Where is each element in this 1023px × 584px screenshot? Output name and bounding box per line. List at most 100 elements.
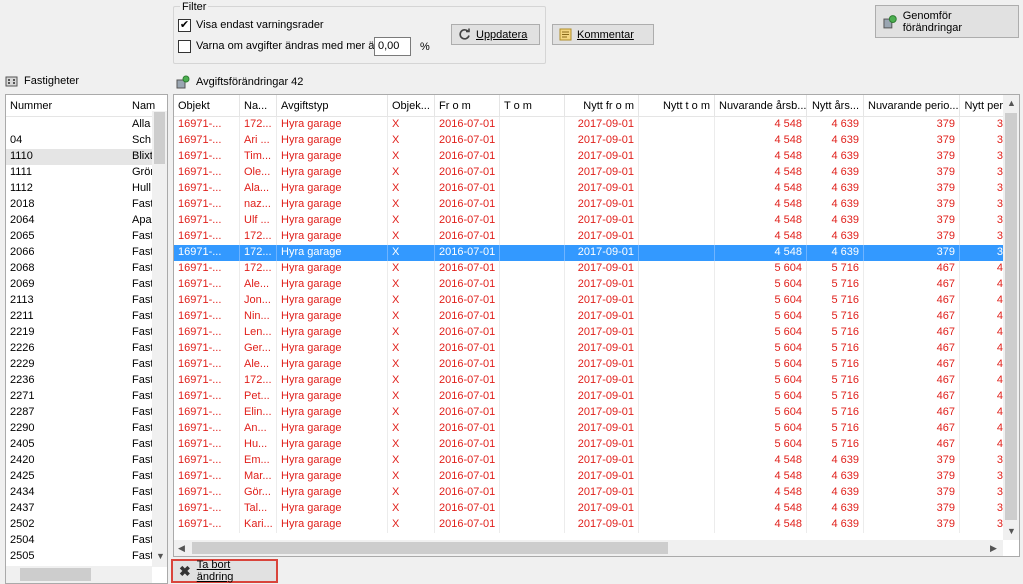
column-header-object[interactable]: Objekt bbox=[174, 95, 240, 116]
table-row[interactable]: 16971-... naz... Hyra garage X 2016-07-01 201… bbox=[174, 197, 1019, 213]
column-header-new-from-date[interactable]: Nytt fr o m bbox=[565, 95, 639, 116]
list-item[interactable]: 2405 Fast bbox=[6, 437, 167, 453]
scroll-up-arrow-icon[interactable]: ▲ bbox=[1007, 98, 1016, 108]
list-item[interactable]: 2271 Fast bbox=[6, 389, 167, 405]
list-item[interactable]: 2502 Fast bbox=[6, 517, 167, 533]
list-item[interactable]: 2068 Fast bbox=[6, 261, 167, 277]
table-row[interactable]: 16971-... 172... Hyra garage X 2016-07-01 201… bbox=[174, 229, 1019, 245]
list-item[interactable]: 1111 Grön bbox=[6, 165, 167, 181]
cell-new-annual: 5 716 bbox=[807, 437, 864, 453]
fee-changes-grid[interactable]: Objekt Na... Avgiftstyp Objek... Fr o mT o m… bbox=[173, 94, 1020, 557]
cell-to-date bbox=[500, 437, 565, 453]
property-number: 2420 bbox=[10, 454, 35, 466]
table-row[interactable]: 16971-... Hu... Hyra garage X 2016-07-01 2017… bbox=[174, 437, 1019, 453]
list-item[interactable]: 2434 Fast bbox=[6, 485, 167, 501]
table-row[interactable]: 16971-... Tim... Hyra garage X 2016-07-01 201… bbox=[174, 149, 1019, 165]
list-item[interactable]: 2505 Fast bbox=[6, 549, 167, 565]
list-item[interactable]: 04 Sch bbox=[6, 133, 167, 149]
show-warnings-label[interactable]: Visa endast varningsrader bbox=[196, 19, 324, 31]
list-item[interactable]: 2290 Fast bbox=[6, 421, 167, 437]
properties-vertical-scroll-thumb[interactable] bbox=[154, 112, 165, 164]
scroll-left-arrow-icon[interactable]: ◀ bbox=[178, 543, 185, 554]
list-item[interactable]: 2226 Fast bbox=[6, 341, 167, 357]
remove-change-button[interactable]: ✖ Ta bort ändring bbox=[171, 559, 278, 583]
column-header-object-flag[interactable]: Objek... bbox=[388, 95, 435, 116]
cell-new-from-date: 2017-09-01 bbox=[565, 245, 639, 261]
comment-button[interactable]: Kommentar bbox=[552, 24, 654, 45]
properties-horizontal-scroll-thumb[interactable] bbox=[20, 568, 91, 581]
cell-from-date: 2016-07-01 bbox=[435, 229, 500, 245]
column-header-number[interactable]: Nummer bbox=[6, 95, 128, 116]
table-row[interactable]: 16971-... Gör... Hyra garage X 2016-07-01 201… bbox=[174, 485, 1019, 501]
column-header-from-date[interactable]: Fr o m bbox=[435, 95, 500, 116]
list-item[interactable]: 2236 Fast bbox=[6, 373, 167, 389]
list-item[interactable]: 1112 Hull bbox=[6, 181, 167, 197]
column-header-fee-type[interactable]: Avgiftstyp bbox=[277, 95, 388, 116]
list-item[interactable]: 2065 Fast bbox=[6, 229, 167, 245]
table-row[interactable]: 16971-... Ari ... Hyra garage X 2016-07-01 20… bbox=[174, 133, 1019, 149]
scroll-down-arrow-icon[interactable]: ▼ bbox=[1007, 526, 1016, 536]
commit-changes-button[interactable]: Genomför förändringar bbox=[875, 5, 1019, 38]
list-item[interactable]: 2113 Fast bbox=[6, 293, 167, 309]
table-row[interactable]: 16971-... Len... Hyra garage X 2016-07-01 201… bbox=[174, 325, 1019, 341]
warn-change-checkbox[interactable] bbox=[178, 40, 191, 53]
table-row[interactable]: 16971-... Tal... Hyra garage X 2016-07-01 201… bbox=[174, 501, 1019, 517]
table-row[interactable]: 16971-... Jon... Hyra garage X 2016-07-01 201… bbox=[174, 293, 1019, 309]
list-item[interactable]: 2229 Fast bbox=[6, 357, 167, 373]
grid-vertical-scroll-thumb[interactable] bbox=[1005, 113, 1017, 520]
column-header-current-annual[interactable]: Nuvarande årsb... bbox=[715, 95, 807, 116]
list-item[interactable]: 2069 Fast bbox=[6, 277, 167, 293]
table-row[interactable]: 16971-... 172... Hyra garage X 2016-07-01 201… bbox=[174, 261, 1019, 277]
cell-current-period: 467 bbox=[864, 293, 960, 309]
list-item[interactable]: Alla bbox=[6, 117, 167, 133]
list-item[interactable]: 2018 Fast bbox=[6, 197, 167, 213]
column-header-current-period[interactable]: Nuvarande perio... bbox=[864, 95, 960, 116]
table-row[interactable]: 16971-... An... Hyra garage X 2016-07-01 2017… bbox=[174, 421, 1019, 437]
table-row[interactable]: 16971-... Ger... Hyra garage X 2016-07-01 201… bbox=[174, 341, 1019, 357]
list-item[interactable]: 2437 Fast bbox=[6, 501, 167, 517]
table-row[interactable]: 16971-... Pet... Hyra garage X 2016-07-01 201… bbox=[174, 389, 1019, 405]
update-button[interactable]: Uppdatera bbox=[451, 24, 540, 45]
table-row[interactable]: 16971-... Ale... Hyra garage X 2016-07-01 201… bbox=[174, 277, 1019, 293]
list-item[interactable]: 2064 Apa bbox=[6, 213, 167, 229]
table-row[interactable]: 16971-... Ala... Hyra garage X 2016-07-01 201… bbox=[174, 181, 1019, 197]
list-item[interactable]: 2420 Fast bbox=[6, 453, 167, 469]
table-row[interactable]: 16971-... 172... Hyra garage X 2016-07-01 201… bbox=[174, 373, 1019, 389]
show-warnings-checkbox[interactable]: ✔ bbox=[178, 19, 191, 32]
list-item[interactable]: 2504 Fast bbox=[6, 533, 167, 549]
list-item[interactable]: 1110 Blixt bbox=[6, 149, 167, 165]
table-row[interactable]: 16971-... Ale... Hyra garage X 2016-07-01 201… bbox=[174, 357, 1019, 373]
cell-from-date: 2016-07-01 bbox=[435, 197, 500, 213]
properties-vertical-scrollbar[interactable] bbox=[152, 111, 167, 567]
table-row[interactable]: 16971-... 172... Hyra garage X 2016-07-01 201… bbox=[174, 117, 1019, 133]
cell-object: 16971-... bbox=[174, 117, 240, 133]
cell-from-date: 2016-07-01 bbox=[435, 373, 500, 389]
percent-input[interactable]: 0,00 bbox=[374, 37, 411, 56]
table-row[interactable]: 16971-... 172... Hyra garage X 2016-07-01 201… bbox=[174, 245, 1019, 261]
list-item[interactable]: 2066 Fast bbox=[6, 245, 167, 261]
table-row[interactable]: 16971-... Ole... Hyra garage X 2016-07-01 201… bbox=[174, 165, 1019, 181]
cell-fee-type: Hyra garage bbox=[277, 501, 388, 517]
table-row[interactable]: 16971-... Ulf ... Hyra garage X 2016-07-01 20… bbox=[174, 213, 1019, 229]
list-item[interactable]: 2211 Fast bbox=[6, 309, 167, 325]
table-row[interactable]: 16971-... Mar... Hyra garage X 2016-07-01 201… bbox=[174, 469, 1019, 485]
grid-horizontal-scroll-thumb[interactable] bbox=[192, 542, 668, 554]
warn-change-label[interactable]: Varna om avgifter ändras med mer än bbox=[196, 40, 380, 52]
column-header-to-date[interactable]: T o m bbox=[500, 95, 565, 116]
properties-list[interactable]: Nummer Nam Alla 04 Sch 1110 Blixt 1111 Grön 111… bbox=[5, 94, 168, 584]
table-row[interactable]: 16971-... Em... Hyra garage X 2016-07-01 2017… bbox=[174, 453, 1019, 469]
column-header-new-period[interactable]: Nytt per bbox=[960, 95, 1008, 116]
list-item[interactable]: 2287 Fast bbox=[6, 405, 167, 421]
cell-new-annual: 4 639 bbox=[807, 117, 864, 133]
column-header-name[interactable]: Na... bbox=[240, 95, 277, 116]
scroll-right-arrow-icon[interactable]: ▶ bbox=[990, 543, 997, 554]
list-item[interactable]: 2425 Fast bbox=[6, 469, 167, 485]
scroll-down-arrow-icon[interactable]: ▼ bbox=[156, 551, 165, 561]
table-row[interactable]: 16971-... Kari... Hyra garage X 2016-07-01 20… bbox=[174, 517, 1019, 533]
list-item[interactable]: 2219 Fast bbox=[6, 325, 167, 341]
table-row[interactable]: 16971-... Elin... Hyra garage X 2016-07-01 20… bbox=[174, 405, 1019, 421]
cell-current-period: 379 bbox=[864, 117, 960, 133]
table-row[interactable]: 16971-... Nin... Hyra garage X 2016-07-01 201… bbox=[174, 309, 1019, 325]
column-header-new-to-date[interactable]: Nytt t o m bbox=[639, 95, 715, 116]
column-header-new-annual[interactable]: Nytt års... bbox=[807, 95, 864, 116]
